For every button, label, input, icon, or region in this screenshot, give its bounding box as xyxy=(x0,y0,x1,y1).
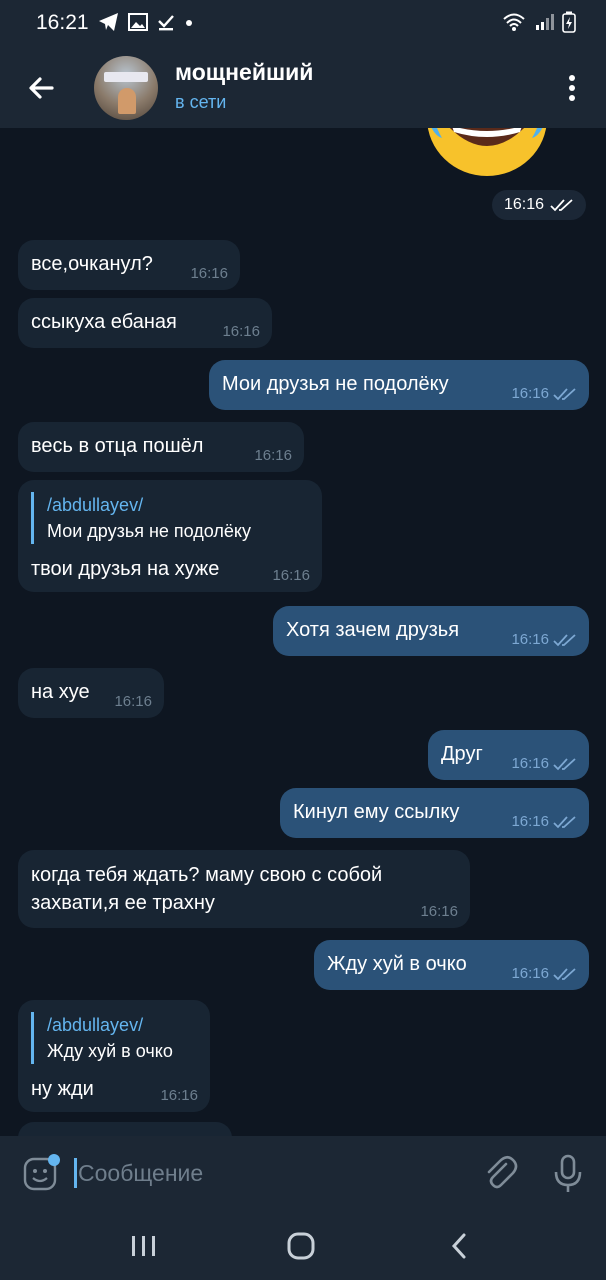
message-time: 16:16 xyxy=(190,265,228,282)
microphone-icon[interactable] xyxy=(552,1154,584,1194)
message-text: Мои друзья не подолёку xyxy=(222,373,449,395)
laughing-emoji-sticker[interactable] xyxy=(426,128,548,176)
download-done-icon xyxy=(158,15,174,31)
message-bubble-incoming[interactable]: /abdullayev/ Жду хуй в очко ну жди 16:16 xyxy=(18,1000,210,1112)
back-nav-icon[interactable] xyxy=(444,1230,476,1262)
message-time: 16:16 xyxy=(511,965,549,982)
message-text: Жду хуй в очко xyxy=(327,953,467,975)
telegram-icon xyxy=(99,13,118,31)
message-bubble-incoming[interactable]: /abdullayev/ Мои друзья не подолёку твои… xyxy=(18,480,322,592)
recent-apps-icon[interactable] xyxy=(128,1230,160,1262)
system-status-icons xyxy=(502,11,576,33)
message-bubble-incoming[interactable] xyxy=(18,1122,232,1136)
avatar-person-graphic xyxy=(118,88,136,114)
message-bubble-outgoing[interactable]: Мои друзья не подолёку 16:16 xyxy=(209,360,589,410)
double-check-icon xyxy=(550,199,573,212)
reply-author: /abdullayev/ xyxy=(47,1015,144,1035)
message-time: 16:16 xyxy=(254,447,292,464)
double-check-icon xyxy=(553,815,576,828)
double-check-icon xyxy=(553,967,576,980)
message-text: Хотя зачем друзья xyxy=(286,619,460,641)
message-text: на хуе xyxy=(31,681,90,703)
message-input[interactable]: Сообщение xyxy=(74,1156,464,1190)
double-check-icon xyxy=(553,757,576,770)
message-bubble-incoming[interactable]: все,очканул? 16:16 xyxy=(18,240,240,290)
sticker-time-badge: 16:16 xyxy=(492,190,587,220)
message-bubble-outgoing[interactable]: Жду хуй в очко 16:16 xyxy=(314,940,589,990)
message-bubble-incoming[interactable]: ссыкуха ебаная 16:16 xyxy=(18,298,272,348)
message-list[interactable]: 16:16 все,очканул? 16:16 ссыкуха ебаная … xyxy=(0,128,606,1136)
message-composer: Сообщение xyxy=(0,1136,606,1210)
system-navigation-bar xyxy=(0,1210,606,1280)
back-arrow-icon[interactable] xyxy=(22,68,62,108)
home-icon[interactable] xyxy=(286,1230,318,1262)
wifi-icon xyxy=(503,13,525,31)
message-time: 16:16 xyxy=(272,567,310,584)
image-icon xyxy=(128,13,148,31)
message-time: 16:16 xyxy=(511,385,549,402)
message-bubble-outgoing[interactable]: Кинул ему ссылку 16:16 xyxy=(280,788,589,838)
message-text: ссыкуха ебаная xyxy=(31,311,177,333)
message-text: весь в отца пошёл xyxy=(31,435,204,457)
message-text: ну жди xyxy=(31,1078,94,1100)
message-bubble-outgoing[interactable]: Друг 16:16 xyxy=(428,730,589,780)
message-time: 16:16 xyxy=(511,631,549,648)
reply-quote[interactable]: /abdullayev/ Мои друзья не подолёку xyxy=(31,492,251,544)
message-text: твои друзья на хуже xyxy=(31,558,220,580)
text-cursor xyxy=(74,1158,77,1188)
signal-icon xyxy=(536,14,554,30)
more-notifications-icon xyxy=(186,20,192,26)
message-bubble-outgoing[interactable]: Хотя зачем друзья 16:16 xyxy=(273,606,589,656)
status-time: 16:21 xyxy=(36,11,89,34)
message-text: Друг xyxy=(441,743,483,765)
status-bar: 16:21 xyxy=(0,0,606,46)
message-time: 16:16 xyxy=(511,755,549,772)
message-time: 16:16 xyxy=(504,196,545,213)
double-check-icon xyxy=(553,633,576,646)
reply-text: Мои друзья не подолёку xyxy=(47,521,251,541)
reply-author: /abdullayev/ xyxy=(47,495,144,515)
attach-paperclip-icon[interactable] xyxy=(482,1154,518,1192)
avatar[interactable] xyxy=(94,56,158,120)
message-text: когда тебя ждать? маму свою с собой захв… xyxy=(31,864,383,914)
chat-header: мощнейший в сети xyxy=(0,46,606,128)
chat-title[interactable]: мощнейший xyxy=(175,59,313,86)
message-time: 16:16 xyxy=(114,693,152,710)
message-bubble-incoming[interactable]: когда тебя ждать? маму свою с собой захв… xyxy=(18,850,470,928)
message-bubble-incoming[interactable]: весь в отца пошёл 16:16 xyxy=(18,422,304,472)
message-input-placeholder: Сообщение xyxy=(78,1160,204,1186)
online-status: в сети xyxy=(175,92,227,112)
message-text: Кинул ему ссылку xyxy=(293,801,460,823)
double-check-icon xyxy=(553,387,576,400)
notification-icons xyxy=(98,12,194,32)
reply-quote[interactable]: /abdullayev/ Жду хуй в очко xyxy=(31,1012,173,1064)
reply-text: Жду хуй в очко xyxy=(47,1041,173,1061)
new-stickers-dot xyxy=(48,1154,60,1166)
message-time: 16:16 xyxy=(160,1087,198,1104)
message-time: 16:16 xyxy=(420,903,458,920)
more-options-icon[interactable] xyxy=(560,72,584,104)
message-time: 16:16 xyxy=(222,323,260,340)
message-time: 16:16 xyxy=(511,813,549,830)
message-bubble-incoming[interactable]: на хуе 16:16 xyxy=(18,668,164,718)
battery-charging-icon xyxy=(562,11,576,33)
avatar-sign-graphic xyxy=(104,72,148,82)
message-text: все,очканул? xyxy=(31,253,153,275)
